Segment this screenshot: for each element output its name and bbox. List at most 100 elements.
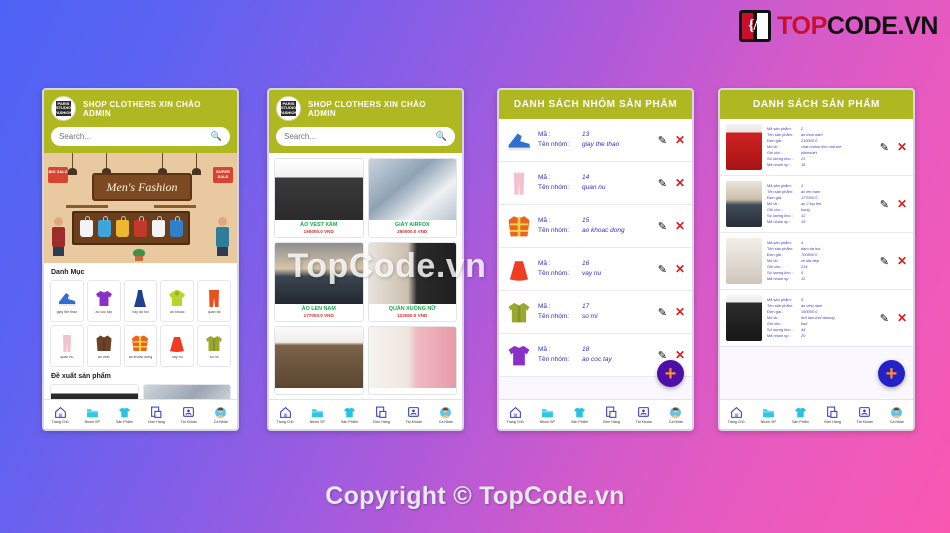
category-cell-3[interactable]: ao khoac [160,280,195,322]
nav-item-nhóm-sp[interactable]: Nhóm SP [301,406,333,424]
product-grid[interactable]: ÁO VEST XÁM 190000.0 VND GIÀY AIRFOX 250… [269,153,462,400]
nav-item-nhóm-sp[interactable]: Nhóm SP [76,406,108,424]
nav-item-cá-nhân[interactable]: Cá Nhân [881,406,913,424]
nav-item-cá-nhân[interactable]: Cá Nhân [430,406,462,424]
nav-item-sản-phẩm[interactable]: Sản Phẩm [784,406,816,424]
category-cell-7[interactable]: ao khoac dong [123,325,158,367]
product-grid-body[interactable]: ÁO VEST XÁM 190000.0 VND GIÀY AIRFOX 250… [269,153,462,429]
nav-item-nhóm-sp[interactable]: Nhóm SP [531,406,563,424]
category-cell-0[interactable]: giay the thao [50,280,84,322]
product-card[interactable]: ÁO LEN NAM 177000.0 VND [274,242,364,322]
row-actions[interactable]: ✎ ✕ [880,255,907,268]
nav-item-trang-chủ[interactable]: Trang Chủ [44,406,76,424]
search-icon[interactable]: 🔍 [211,131,222,142]
pencil-icon[interactable]: ✎ [658,306,667,319]
close-x-icon[interactable]: ✕ [897,312,907,324]
close-x-icon[interactable]: ✕ [675,177,685,189]
row-actions[interactable]: ✎ ✕ [658,134,685,147]
pencil-icon[interactable]: ✎ [880,312,889,325]
group-list[interactable]: Mã : 13 Tên nhóm: giay the thao ✎ ✕ Mã : 14… [499,119,692,377]
nav-item-đơn-hàng[interactable]: Đơn Hàng [817,406,849,424]
product-row[interactable]: Mã sản phẩm: 2 Tên sản phẩm: ao thun nam Đơn… [720,119,913,176]
product-row[interactable]: Mã sản phẩm: 5 Tên sản phẩm: ao vest nam Đơn… [720,290,913,347]
category-cell-5[interactable]: quan nu [50,325,84,367]
pencil-icon[interactable]: ✎ [880,141,889,154]
bottom-nav[interactable]: Trang Chủ Nhóm SP Sản Phẩm Đơn Hàng Tài … [720,399,913,429]
pencil-icon[interactable]: ✎ [880,198,889,211]
row-actions[interactable]: ✎ ✕ [658,177,685,190]
nav-item-cá-nhân[interactable]: Cá Nhân [205,406,237,424]
add-group-fab[interactable]: + [657,360,684,387]
nav-item-trang-chủ[interactable]: Trang Chủ [269,406,301,424]
category-cell-4[interactable]: quan tai [197,280,231,322]
row-actions[interactable]: ✎ ✕ [880,198,907,211]
pencil-icon[interactable]: ✎ [658,349,667,362]
pencil-icon[interactable]: ✎ [658,263,667,276]
nav-item-trang-chủ[interactable]: Trang Chủ [720,406,752,424]
product-row[interactable]: Mã sản phẩm: 4 Tên sản phẩm: dam da hoi Đơn … [720,233,913,290]
product-card[interactable]: ÁO VEST XÁM 190000.0 VND [274,158,364,238]
add-product-fab[interactable]: + [878,360,905,387]
row-actions[interactable]: ✎ ✕ [880,141,907,154]
close-x-icon[interactable]: ✕ [675,134,685,146]
pencil-icon[interactable]: ✎ [658,134,667,147]
group-row[interactable]: Mã : 14 Tên nhóm: quan nu ✎ ✕ [499,162,692,205]
product-list[interactable]: Mã sản phẩm: 2 Tên sản phẩm: ao thun nam Đơn… [720,119,913,347]
close-x-icon[interactable]: ✕ [675,349,685,361]
nav-item-tài-khoản[interactable]: Tài Khoản [398,406,430,424]
category-cell-6[interactable]: ao vest [86,325,121,367]
search-bar[interactable]: 🔍 [51,127,230,146]
product-card[interactable]: GIÀY AIRFOX 250000.0 VND [367,158,457,238]
close-x-icon[interactable]: ✕ [897,255,907,267]
nav-item-cá-nhân[interactable]: Cá Nhân [660,406,692,424]
category-cell-9[interactable]: so mi [197,325,231,367]
nav-item-sản-phẩm[interactable]: Sản Phẩm [563,406,595,424]
product-row[interactable]: Mã sản phẩm: 3 Tên sản phẩm: ao len nam Đơn … [720,176,913,233]
category-cell-2[interactable]: vay da hoi [123,280,158,322]
search-bar[interactable]: 🔍 [276,127,455,146]
winter-jacket-icon [130,332,150,354]
search-input[interactable] [59,132,198,141]
group-row[interactable]: Mã : 17 Tên nhóm: so mi ✎ ✕ [499,291,692,334]
nav-item-sản-phẩm[interactable]: Sản Phẩm [108,406,140,424]
nav-item-sản-phẩm[interactable]: Sản Phẩm [333,406,365,424]
bottom-nav[interactable]: Trang Chủ Nhóm SP Sản Phẩm Đơn Hàng Tài … [269,399,462,429]
bottom-nav[interactable]: Trang Chủ Nhóm SP Sản Phẩm Đơn Hàng Tài … [499,399,692,429]
bottom-nav[interactable]: Trang Chủ Nhóm SP Sản Phẩm Đơn Hàng Tài … [44,399,237,429]
pencil-icon[interactable]: ✎ [658,177,667,190]
category-cell-8[interactable]: vay nu [160,325,195,367]
brand-suffix: CODE.VN [826,11,939,40]
tshirt-icon [118,406,131,419]
nav-item-đơn-hàng[interactable]: Đơn Hàng [141,406,173,424]
nav-item-trang-chủ[interactable]: Trang Chủ [499,406,531,424]
close-x-icon[interactable]: ✕ [897,198,907,210]
group-row[interactable]: Mã : 15 Tên nhóm: ao khoac dong ✎ ✕ [499,205,692,248]
search-input[interactable] [284,132,423,141]
search-icon[interactable]: 🔍 [436,131,447,142]
row-actions[interactable]: ✎ ✕ [658,306,685,319]
nav-item-đơn-hàng[interactable]: Đơn Hàng [596,406,628,424]
nav-item-nhóm-sp[interactable]: Nhóm SP [752,406,784,424]
row-actions[interactable]: ✎ ✕ [658,220,685,233]
close-x-icon[interactable]: ✕ [675,263,685,275]
nav-item-tài-khoản[interactable]: Tài Khoản [173,406,205,424]
close-x-icon[interactable]: ✕ [897,141,907,153]
pencil-icon[interactable]: ✎ [658,220,667,233]
group-row[interactable]: Mã : 16 Tên nhóm: vay nu ✎ ✕ [499,248,692,291]
home-scroll-body[interactable]: BIG SALE SUPER SALE Men's Fashion Danh M… [44,153,237,429]
row-actions[interactable]: ✎ ✕ [658,263,685,276]
nav-item-tài-khoản[interactable]: Tài Khoản [849,406,881,424]
close-x-icon[interactable]: ✕ [675,306,685,318]
nav-item-tài-khoản[interactable]: Tài Khoản [628,406,660,424]
pencil-icon[interactable]: ✎ [880,255,889,268]
product-card[interactable]: QUẦN XUỒNG NỮ 123000.0 VND [367,242,457,322]
group-row[interactable]: Mã : 13 Tên nhóm: giay the thao ✎ ✕ [499,119,692,162]
nav-item-đơn-hàng[interactable]: Đơn Hàng [366,406,398,424]
product-card[interactable] [367,326,457,395]
product-info: Mã sản phẩm: 3 Tên sản phẩm: ao len nam Đơn … [767,183,875,224]
category-cell-1[interactable]: ao coc tay [86,280,121,322]
product-card[interactable] [274,326,364,395]
close-x-icon[interactable]: ✕ [675,220,685,232]
category-grid[interactable]: giay the thao ao coc tay vay da hoi ao k… [44,280,237,367]
row-actions[interactable]: ✎ ✕ [880,312,907,325]
